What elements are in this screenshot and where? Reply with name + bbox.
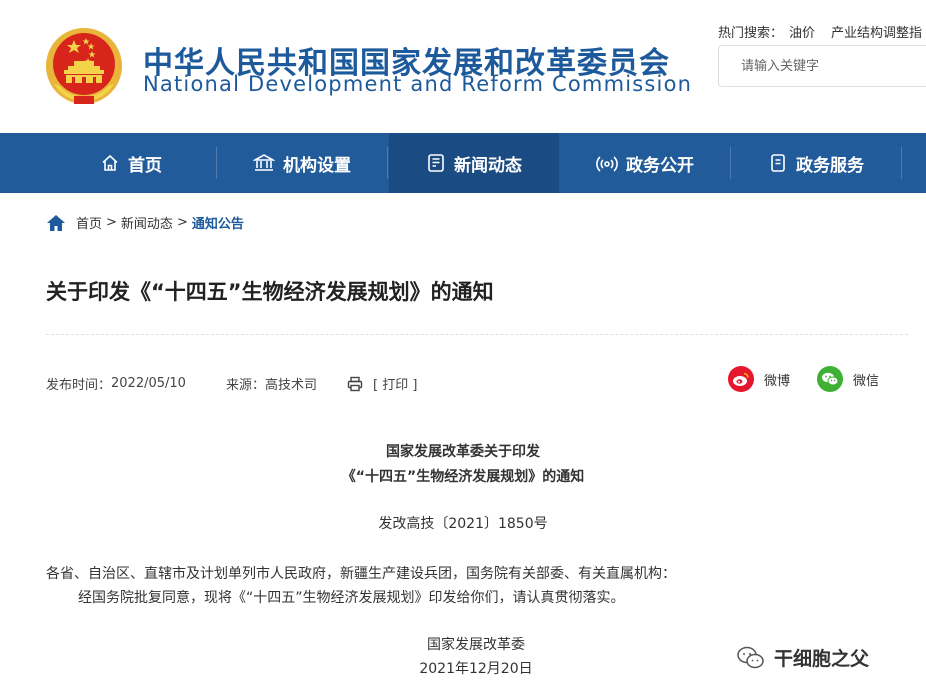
hot-search-link[interactable]: 油价 (789, 26, 815, 41)
account-watermark: 干细胞之父 (736, 644, 869, 671)
breadcrumb-separator: > (106, 215, 117, 230)
nav-item-home[interactable]: 首页 (46, 133, 216, 193)
printer-icon (347, 376, 363, 391)
breadcrumb-separator: > (176, 215, 188, 230)
site-title-english[interactable]: National Development and Reform Commissi… (143, 72, 692, 96)
nav-item-news[interactable]: 新闻动态 (389, 133, 559, 193)
nav-item-label: 首页 (128, 155, 162, 176)
broadcast-icon (596, 156, 618, 172)
share-wechat-button[interactable]: 微信 (817, 366, 879, 392)
share-weibo-button[interactable]: 微博 (728, 366, 790, 392)
breadcrumb-home-icon[interactable] (46, 214, 66, 232)
print-button[interactable]: [ 打印 ] (347, 374, 417, 393)
breadcrumb-item[interactable]: 新闻动态 (121, 213, 173, 232)
nav-divider (387, 147, 388, 179)
nav-item-gov-services[interactable]: 政务服务 (731, 133, 901, 193)
hot-search-link[interactable]: 产业结构调整指 (831, 26, 922, 41)
site-header: 中华人民共和国国家发展和改革委员会 National Development a… (0, 0, 926, 133)
nav-item-label: 机构设置 (283, 155, 351, 176)
institution-icon (253, 154, 275, 171)
body-paragraph: 经国务院批复同意，现将《“十四五”生物经济发展规划》印发给你们，请认真贯彻落实。 (78, 590, 625, 606)
publish-label: 发布时间： (46, 378, 112, 393)
nav-item-label: 新闻动态 (454, 155, 522, 176)
article-meta: 发布时间： 2022/05/10 来源： 高技术司 [ 打印 ] (46, 374, 417, 393)
nav-item-label: 政务公开 (626, 155, 694, 176)
print-label: [ 打印 ] (372, 378, 418, 393)
breadcrumb-item[interactable]: 首页 (76, 213, 102, 232)
share-weibo-label: 微博 (764, 373, 791, 389)
breadcrumb-item-current[interactable]: 通知公告 (192, 213, 244, 232)
wechat-outline-icon (737, 646, 764, 668)
nav-item-label: 政务服务 (796, 155, 864, 176)
breadcrumb: 首页 > 新闻动态 > 通知公告 (46, 213, 244, 232)
hot-search: 热门搜索： 油价 产业结构调整指 (718, 22, 926, 41)
weibo-icon (728, 366, 754, 392)
wechat-icon (817, 366, 843, 392)
service-icon (771, 154, 785, 172)
home-icon (102, 154, 118, 171)
search-input[interactable] (719, 46, 926, 86)
article-title: 关于印发《“十四五”生物经济发展规划》的通知 (46, 280, 494, 304)
main-nav: 首页 机构设置 新闻动态 政务公开 政务服务 (0, 133, 926, 193)
nav-item-institutions[interactable]: 机构设置 (217, 133, 387, 193)
share-wechat-label: 微信 (853, 373, 880, 389)
source-value: 高技术司 (264, 378, 317, 393)
hot-search-label: 热门搜索： (718, 26, 784, 41)
national-emblem-logo[interactable] (44, 26, 124, 106)
document-heading-line1: 国家发展改革委关于印发 (386, 444, 540, 460)
document-number: 发改高技〔2021〕1850号 (378, 516, 548, 532)
publish-date: 2022/05/10 (111, 376, 186, 391)
watermark-text: 干细胞之父 (774, 648, 870, 670)
news-icon (428, 154, 444, 172)
document-heading-line2: 《“十四五”生物经济发展规划》的通知 (341, 469, 585, 485)
title-divider (46, 334, 908, 335)
nav-divider (901, 147, 902, 179)
addressee-paragraph: 各省、自治区、直辖市及计划单列市人民政府，新疆生产建设兵团，国务院有关部委、有关… (46, 566, 676, 582)
search-box (718, 45, 926, 87)
nav-item-gov-affairs[interactable]: 政务公开 (560, 133, 730, 193)
source-label: 来源： (225, 378, 265, 393)
